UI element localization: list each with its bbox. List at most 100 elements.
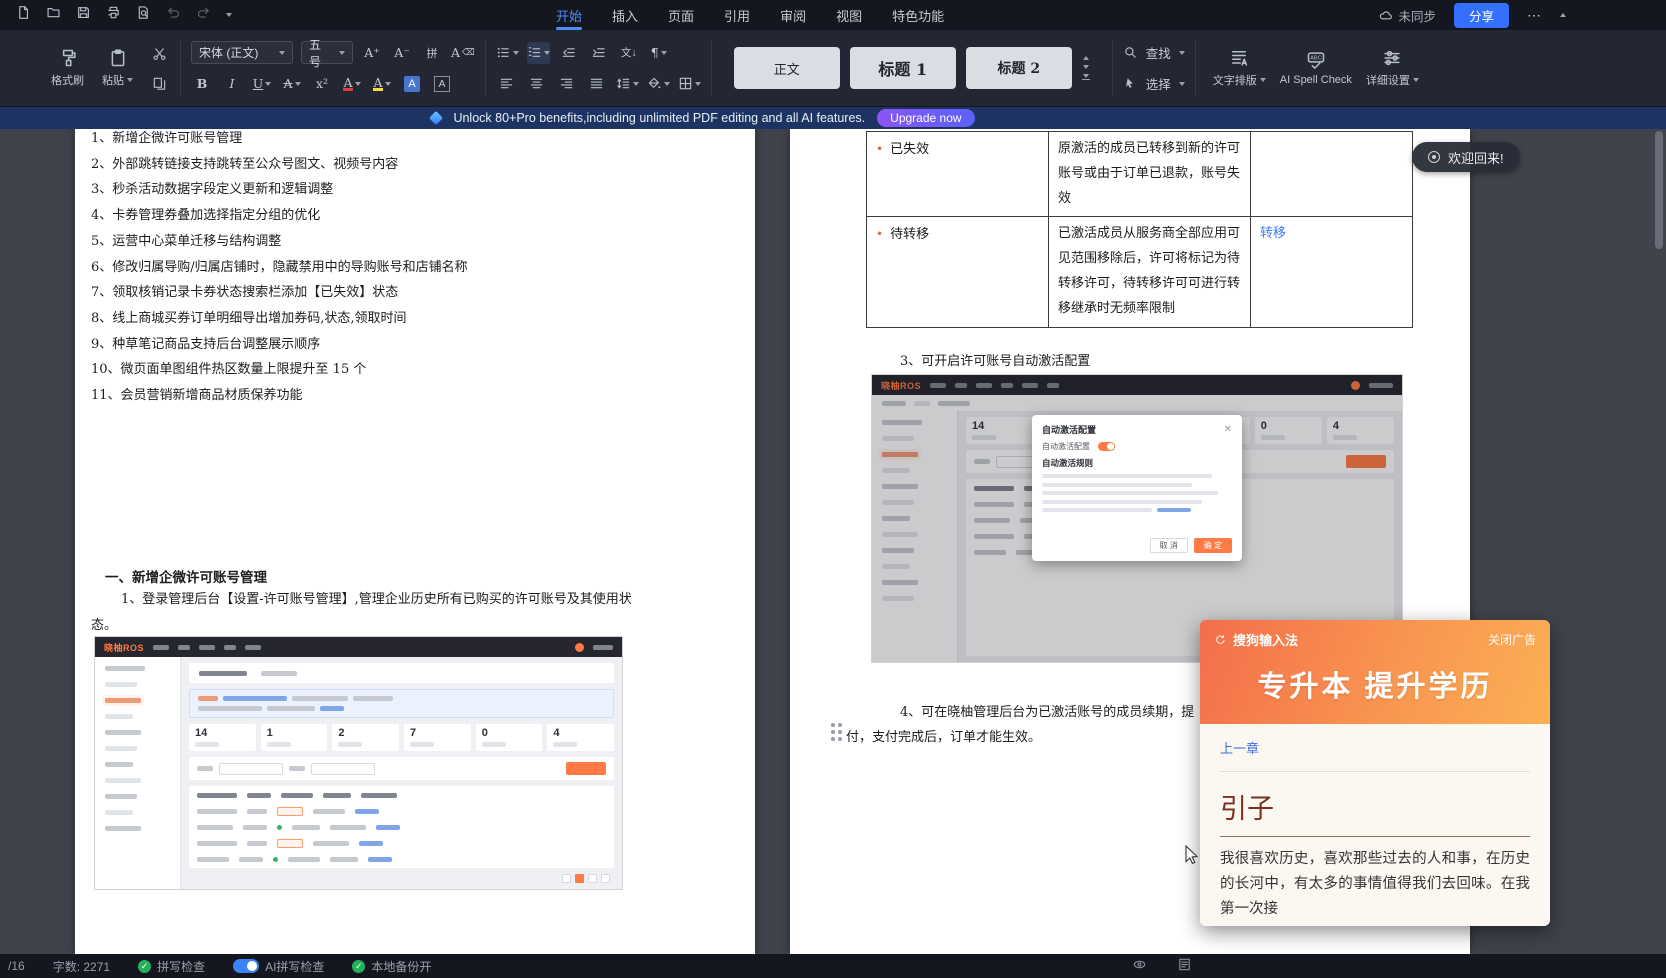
ai-spell-check-button[interactable]: ABC AI Spell Check — [1273, 38, 1359, 98]
highlight-button[interactable]: A — [371, 73, 393, 95]
document-page-left[interactable]: 1、新增企微许可账号管理 2、外部跳转链接支持跳转至公众号图文、视频号内容 3、… — [75, 129, 755, 954]
open-file-icon[interactable] — [46, 5, 61, 25]
page-indicator[interactable]: /16 — [8, 959, 25, 973]
underline-button[interactable]: U — [251, 73, 273, 95]
ai-spell-check-toggle[interactable]: AI拼写检查 — [233, 958, 324, 975]
sort-button[interactable]: 文↓ — [618, 42, 640, 64]
vertical-scrollbar[interactable] — [1655, 131, 1663, 952]
ad-headline[interactable]: 专升本 提升学历 — [1200, 663, 1550, 705]
bold-button[interactable]: B — [191, 73, 213, 95]
more-menu-icon[interactable]: ⋯ — [1527, 7, 1542, 24]
list-item[interactable]: 3、秒杀活动数据字段定义更新和逻辑调整 — [91, 177, 745, 203]
find-button[interactable]: 查找 — [1123, 41, 1185, 65]
more-commands-icon[interactable] — [226, 13, 232, 17]
status-cell[interactable]: 待转移 — [867, 217, 1049, 327]
spell-check-status[interactable]: ✓ 拼写检查 — [138, 958, 205, 975]
action-cell[interactable] — [1251, 132, 1413, 217]
list-item[interactable]: 1、新增企微许可账号管理 — [91, 129, 745, 152]
print-icon[interactable] — [106, 5, 121, 25]
outdent-button[interactable] — [558, 42, 580, 64]
select-button[interactable]: 选择 — [1123, 72, 1185, 96]
indent-button[interactable] — [588, 42, 610, 64]
line-spacing-button[interactable] — [616, 73, 639, 95]
collapse-ribbon-icon[interactable] — [1560, 13, 1566, 17]
list-item[interactable]: 10、微页面单图组件热区数量上限提升至 15 个 — [91, 357, 745, 383]
gallery-more-button[interactable] — [1082, 74, 1090, 81]
strikethrough-button[interactable]: A — [281, 73, 303, 95]
cut-button[interactable] — [148, 42, 170, 64]
bullet-list-button[interactable] — [496, 42, 519, 64]
numbered-list-button[interactable] — [527, 42, 550, 64]
license-status-table[interactable]: 已失效 原激活的成员已转移到新的许可账号或由于订单已退款，账号失效 待转移 已激… — [866, 131, 1413, 328]
align-right-button[interactable] — [556, 73, 578, 95]
list-item-3[interactable]: 3、可开启许可账号自动激活配置 — [900, 350, 1090, 369]
page-view-icon[interactable] — [1177, 957, 1192, 975]
status-cell[interactable]: 已失效 — [867, 132, 1049, 217]
eye-protection-icon[interactable] — [1132, 957, 1147, 975]
superscript-button[interactable]: x² — [311, 73, 333, 95]
list-item[interactable]: 11、会员营销新增商品材质保养功能 — [91, 383, 745, 409]
shading-button[interactable] — [647, 73, 670, 95]
clear-format-button[interactable]: A⌫ — [451, 42, 475, 64]
increase-font-button[interactable]: A⁺ — [361, 42, 383, 64]
list-item[interactable]: 6、修改归属导购/归属店铺时，隐藏禁用中的导购账号和店铺名称 — [91, 255, 745, 281]
scrollbar-thumb[interactable] — [1655, 131, 1663, 249]
style-heading2-button[interactable]: 标题 2 — [966, 47, 1072, 89]
font-size-select[interactable]: 五号 — [301, 41, 353, 64]
align-center-button[interactable] — [526, 73, 548, 95]
format-painter-button[interactable]: 格式刷 — [44, 38, 91, 98]
desc-cell[interactable]: 原激活的成员已转移到新的许可账号或由于订单已退款，账号失效 — [1049, 132, 1251, 217]
ad-header[interactable]: 搜狗输入法 关闭广告 专升本 提升学历 — [1200, 620, 1550, 724]
release-notes-list[interactable]: 1、新增企微许可账号管理 2、外部跳转链接支持跳转至公众号图文、视频号内容 3、… — [91, 129, 745, 409]
prev-chapter-link[interactable]: 上一章 — [1220, 738, 1530, 757]
list-item[interactable]: 2、外部跳转链接支持跳转至公众号图文、视频号内容 — [91, 152, 745, 178]
align-left-button[interactable] — [496, 73, 518, 95]
tab-features[interactable]: 特色功能 — [892, 0, 944, 30]
justify-button[interactable] — [586, 73, 608, 95]
advanced-settings-button[interactable]: 详细设置 — [1359, 38, 1426, 98]
tab-view[interactable]: 视图 — [836, 0, 862, 30]
ad-panel[interactable]: 搜狗输入法 关闭广告 专升本 提升学历 上一章 引子 我很喜欢历史，喜欢那些过去… — [1200, 620, 1550, 926]
style-body-button[interactable]: 正文 — [734, 47, 840, 89]
list-item[interactable]: 9、种草笔记商品支持后台调整展示顺序 — [91, 332, 745, 358]
font-color-button[interactable]: A — [341, 73, 363, 95]
desc-cell[interactable]: 已激活成员从服务商全部应用可见范围移除后，许可将标记为待转移许可，待转移许可可进… — [1049, 217, 1251, 327]
text-layout-button[interactable]: 文字排版 — [1206, 38, 1273, 98]
section-heading[interactable]: 一、新增企微许可账号管理 — [105, 566, 267, 586]
borders-button[interactable] — [678, 73, 701, 95]
paragraph-drag-handle[interactable] — [831, 723, 842, 741]
transfer-link[interactable]: 转移 — [1260, 226, 1286, 241]
word-count[interactable]: 字数: 2271 — [53, 958, 110, 975]
sync-status[interactable]: 未同步 — [1378, 6, 1436, 25]
redo-icon[interactable] — [196, 5, 211, 25]
save-icon[interactable] — [76, 5, 91, 25]
find-replace-icon[interactable] — [136, 5, 151, 25]
gallery-down-button[interactable] — [1083, 65, 1089, 69]
new-file-icon[interactable] — [16, 5, 31, 25]
copy-button[interactable] — [148, 72, 170, 94]
tab-review[interactable]: 审阅 — [780, 0, 806, 30]
style-heading1-button[interactable]: 标题 1 — [850, 47, 956, 89]
paste-button[interactable]: 粘贴 — [95, 38, 140, 98]
share-button[interactable]: 分享 — [1454, 3, 1509, 28]
font-name-select[interactable]: 宋体 (正文) — [191, 41, 293, 64]
show-marks-button[interactable]: ¶ — [648, 42, 670, 64]
undo-icon[interactable] — [166, 5, 181, 25]
character-border-button[interactable]: A — [431, 73, 453, 95]
tab-reference[interactable]: 引用 — [724, 0, 750, 30]
action-cell[interactable]: 转移 — [1251, 217, 1413, 327]
list-item[interactable]: 5、运营中心菜单迁移与结构调整 — [91, 229, 745, 255]
tab-home[interactable]: 开始 — [556, 0, 582, 30]
list-item[interactable]: 8、线上商城买券订单明细导出增加券码,状态,领取时间 — [91, 306, 745, 332]
local-backup-status[interactable]: ✓ 本地备份开 — [352, 958, 431, 975]
welcome-back-toast[interactable]: 欢迎回来! — [1412, 142, 1520, 172]
tab-page[interactable]: 页面 — [668, 0, 694, 30]
gallery-up-button[interactable] — [1083, 56, 1089, 60]
section-paragraph[interactable]: 1、登录管理后台【设置-许可账号管理】,管理企业历史所有已购买的许可账号及其使用… — [91, 587, 656, 638]
list-item[interactable]: 7、领取核销记录卡券状态搜索栏添加【已失效】状态 — [91, 280, 745, 306]
list-item[interactable]: 4、卡券管理券叠加选择指定分组的优化 — [91, 203, 745, 229]
phonetic-guide-button[interactable]: 拼 — [421, 42, 443, 64]
ai-spell-toggle-icon[interactable] — [233, 959, 259, 973]
ad-close-button[interactable]: 关闭广告 — [1488, 631, 1536, 648]
italic-button[interactable]: I — [221, 73, 243, 95]
